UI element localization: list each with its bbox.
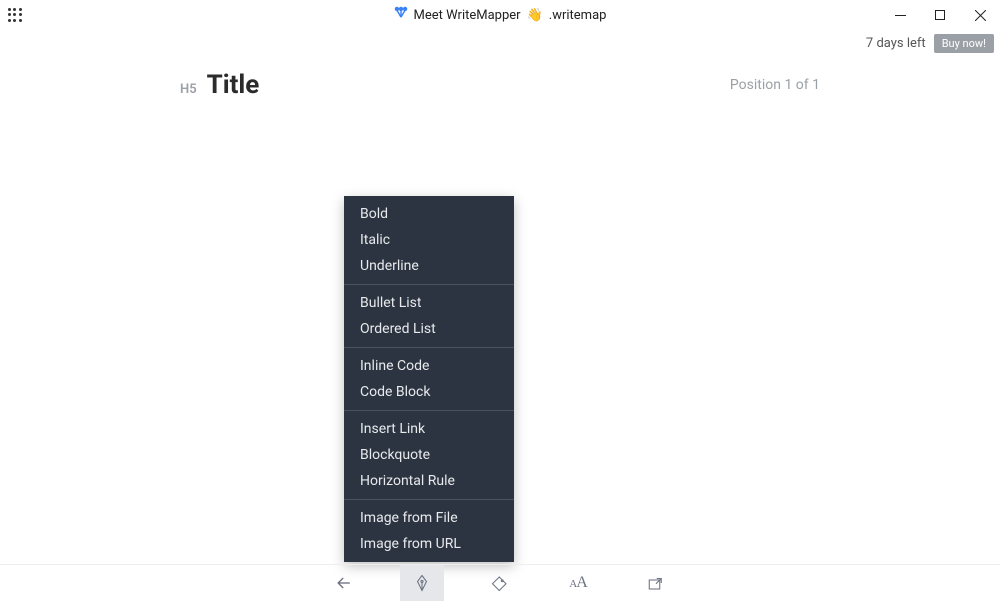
trial-bar: 7 days left Buy now! — [0, 30, 1000, 56]
title-bar: Meet WriteMapper 👋 .writemap — [0, 0, 1000, 30]
tag-icon — [491, 574, 509, 592]
heading-level-label: H5 — [180, 82, 197, 97]
pen-tool-button[interactable] — [400, 565, 444, 601]
file-extension: .writemap — [549, 8, 607, 23]
app-logo-icon — [394, 6, 408, 24]
menu-item-ordered-list[interactable]: Ordered List — [344, 316, 514, 342]
text-size-icon: AA — [569, 574, 587, 592]
context-menu-group: Inline Code Code Block — [344, 347, 514, 410]
minimize-button[interactable] — [880, 0, 920, 30]
context-menu-group: Insert Link Blockquote Horizontal Rule — [344, 410, 514, 499]
menu-item-insert-link[interactable]: Insert Link — [344, 416, 514, 442]
app-name: Meet WriteMapper — [414, 8, 521, 23]
menu-item-image-from-url[interactable]: Image from URL — [344, 531, 514, 557]
window-title: Meet WriteMapper 👋 .writemap — [0, 6, 1000, 24]
document-title-wrap: H5 Title — [180, 70, 259, 100]
context-menu-group: Bold Italic Underline — [344, 196, 514, 284]
menu-item-underline[interactable]: Underline — [344, 253, 514, 279]
menu-item-horizontal-rule[interactable]: Horizontal Rule — [344, 468, 514, 494]
pen-nib-icon — [413, 574, 431, 592]
trial-days-left: 7 days left — [866, 36, 926, 51]
position-indicator: Position 1 of 1 — [730, 77, 820, 93]
document-title[interactable]: Title — [207, 70, 260, 100]
context-menu-group: Image from File Image from URL — [344, 499, 514, 562]
share-button[interactable] — [634, 565, 678, 601]
menu-item-code-block[interactable]: Code Block — [344, 379, 514, 405]
apps-grid-icon[interactable] — [0, 0, 30, 30]
share-icon — [647, 574, 665, 592]
close-button[interactable] — [960, 0, 1000, 30]
text-style-button[interactable]: AA — [556, 565, 600, 601]
maximize-button[interactable] — [920, 0, 960, 30]
menu-item-italic[interactable]: Italic — [344, 227, 514, 253]
menu-item-inline-code[interactable]: Inline Code — [344, 353, 514, 379]
arrow-left-icon — [334, 573, 354, 593]
tag-button[interactable] — [478, 565, 522, 601]
buy-now-button[interactable]: Buy now! — [934, 34, 994, 53]
context-menu-group: Bullet List Ordered List — [344, 284, 514, 347]
menu-item-bullet-list[interactable]: Bullet List — [344, 290, 514, 316]
format-context-menu: Bold Italic Underline Bullet List Ordere… — [344, 196, 514, 562]
window-controls — [880, 0, 1000, 30]
menu-item-blockquote[interactable]: Blockquote — [344, 442, 514, 468]
back-button[interactable] — [322, 565, 366, 601]
document-header: H5 Title Position 1 of 1 — [180, 70, 820, 100]
bottom-toolbar: AA — [0, 564, 1000, 600]
file-icon: 👋 — [527, 8, 543, 23]
menu-item-image-from-file[interactable]: Image from File — [344, 505, 514, 531]
apps-grid-dots — [8, 8, 22, 22]
menu-item-bold[interactable]: Bold — [344, 201, 514, 227]
